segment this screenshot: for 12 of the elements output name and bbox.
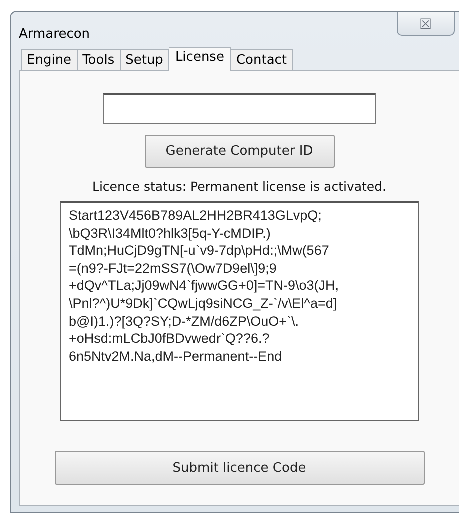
window-title: Armarecon	[19, 27, 90, 42]
computer-id-field[interactable]	[103, 93, 376, 124]
tab[interactable]: Tools	[78, 49, 121, 70]
generate-computer-id-button[interactable]: Generate Computer ID	[144, 135, 334, 168]
close-button[interactable]: ☒	[397, 12, 455, 36]
tab[interactable]: Contact	[231, 49, 294, 70]
licence-status-text: Licence status: Permanent license is activated.	[92, 179, 387, 194]
submit-licence-button[interactable]: Submit licence Code	[54, 451, 424, 485]
tab[interactable]: License	[169, 47, 232, 71]
tab[interactable]: Engine	[21, 49, 78, 70]
tab[interactable]: Setup	[120, 49, 170, 70]
license-code-field[interactable]: Start123V456B789AL2HH2BR413GLvpQ; \bQ3R\I34Mlt0?hlk3[5q-Y-cMDIP.) TdMn;HuCjD9gTN[-u`v9-7dp\pHd:;\Mw(567 =(n9?-FJt=22mSS7(\Ow7D9el\]9;9 +dQv^TLa;Jj09wN4`fjwwGG+0]=TN-9\o3(JH, \Pnl?^)U*9Dk]`CQwLjq9siNCG_Z-`/v\El^a=d] b@I)1.)?[3Q?SY;D-*ZM/d6ZP\OuO+`\. +oHsd:mLCbJ0fBDvwedr`Q??6.? 6n5Ntv2M.Na,dM--Permanent--End	[60, 201, 419, 421]
